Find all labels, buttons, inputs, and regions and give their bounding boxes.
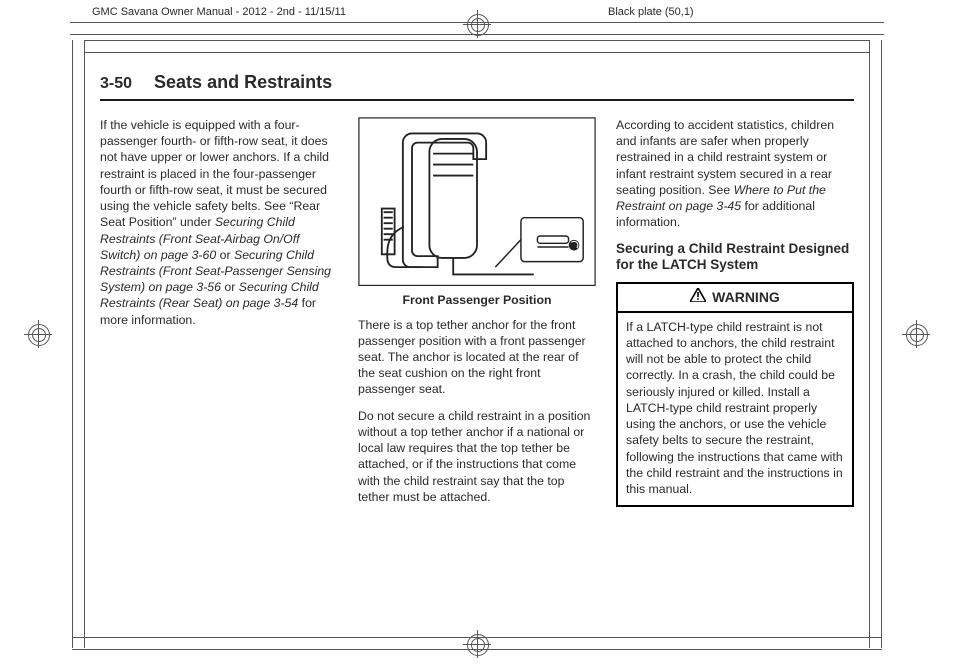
registration-mark-icon xyxy=(463,10,491,38)
warning-body: If a LATCH-type child restraint is not a… xyxy=(618,313,852,505)
page-content: 3-50 Seats and Restraints If the vehicle… xyxy=(100,72,854,618)
crop-line xyxy=(72,40,73,648)
figure-caption: Front Passenger Position xyxy=(358,292,596,308)
subheading: Securing a Child Restraint Designed for … xyxy=(616,241,854,275)
body-paragraph: According to accident statistics, childr… xyxy=(616,117,854,231)
registration-mark-icon xyxy=(463,630,491,658)
body-paragraph: If the vehicle is equipped with a four-p… xyxy=(100,117,338,328)
running-head: 3-50 Seats and Restraints xyxy=(100,72,854,101)
registration-mark-icon xyxy=(902,320,930,348)
manual-page: GMC Savana Owner Manual - 2012 - 2nd - 1… xyxy=(0,0,954,668)
crop-line xyxy=(869,40,870,648)
warning-triangle-icon xyxy=(690,288,706,306)
body-paragraph: There is a top tether anchor for the fro… xyxy=(358,317,596,398)
section-title: Seats and Restraints xyxy=(154,72,332,93)
column-3: According to accident statistics, childr… xyxy=(616,117,854,515)
body-paragraph: Do not secure a child restraint in a pos… xyxy=(358,408,596,505)
column-2: Front Passenger Position There is a top … xyxy=(358,117,596,515)
page-number: 3-50 xyxy=(100,75,132,93)
registration-mark-icon xyxy=(24,320,52,348)
warning-title: WARNING xyxy=(618,284,852,312)
crop-line xyxy=(84,52,870,53)
manual-id-label: GMC Savana Owner Manual - 2012 - 2nd - 1… xyxy=(92,6,346,18)
crop-line xyxy=(84,40,870,41)
columns: If the vehicle is equipped with a four-p… xyxy=(100,117,854,515)
crop-line xyxy=(881,40,882,648)
plate-label: Black plate (50,1) xyxy=(608,6,694,18)
crop-line xyxy=(84,40,85,648)
column-1: If the vehicle is equipped with a four-p… xyxy=(100,117,338,515)
text: or xyxy=(220,248,234,262)
crop-line xyxy=(72,649,882,650)
warning-label: WARNING xyxy=(712,288,780,306)
tether-anchor-illustration xyxy=(358,117,596,286)
text: If the vehicle is equipped with a four-p… xyxy=(100,118,329,229)
crop-line xyxy=(72,637,882,638)
text: or xyxy=(224,280,238,294)
warning-box: WARNING If a LATCH-type child restraint … xyxy=(616,282,854,507)
